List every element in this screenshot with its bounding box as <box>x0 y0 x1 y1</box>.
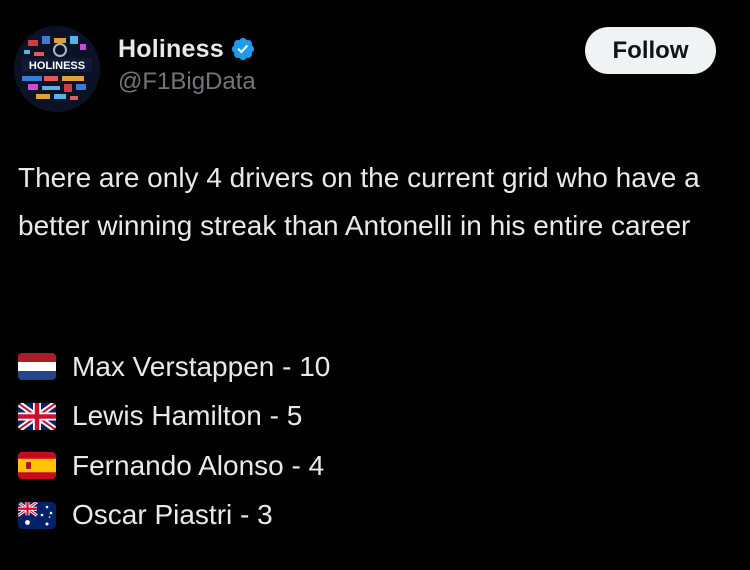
author-handle[interactable]: @F1BigData <box>118 68 256 96</box>
spain-flag-icon <box>18 452 56 480</box>
avatar[interactable]: HOLINESS <box>14 26 100 112</box>
driver-text: Fernando Alonso - 4 <box>72 449 325 481</box>
list-item: Fernando Alonso - 4 <box>18 441 330 491</box>
tweet-card: HOLINESS Holiness @F1BigData Follow Ther… <box>0 0 750 570</box>
netherlands-flag-icon <box>18 353 56 381</box>
driver-text: Lewis Hamilton - 5 <box>72 400 303 432</box>
list-item: Lewis Hamilton - 5 <box>18 392 330 442</box>
driver-text: Max Verstappen - 10 <box>72 350 331 382</box>
tweet-text: There are only 4 drivers on the current … <box>18 162 700 241</box>
svg-text:HOLINESS: HOLINESS <box>29 60 85 72</box>
list-item: Max Verstappen - 10 <box>18 342 330 392</box>
avatar-logo-icon: HOLINESS <box>14 26 100 112</box>
list-item: Oscar Piastri - 3 <box>18 491 330 541</box>
follow-button[interactable]: Follow <box>585 27 716 74</box>
author-name-row[interactable]: Holiness <box>118 32 256 66</box>
verified-badge-icon <box>231 37 254 61</box>
driver-list: Max Verstappen - 10 Lewis Hamilton - 5 F… <box>18 342 330 540</box>
uk-flag-icon <box>18 402 56 430</box>
australia-flag-icon <box>18 501 56 529</box>
driver-text: Oscar Piastri - 3 <box>72 499 273 531</box>
display-name[interactable]: Holiness <box>118 35 224 64</box>
